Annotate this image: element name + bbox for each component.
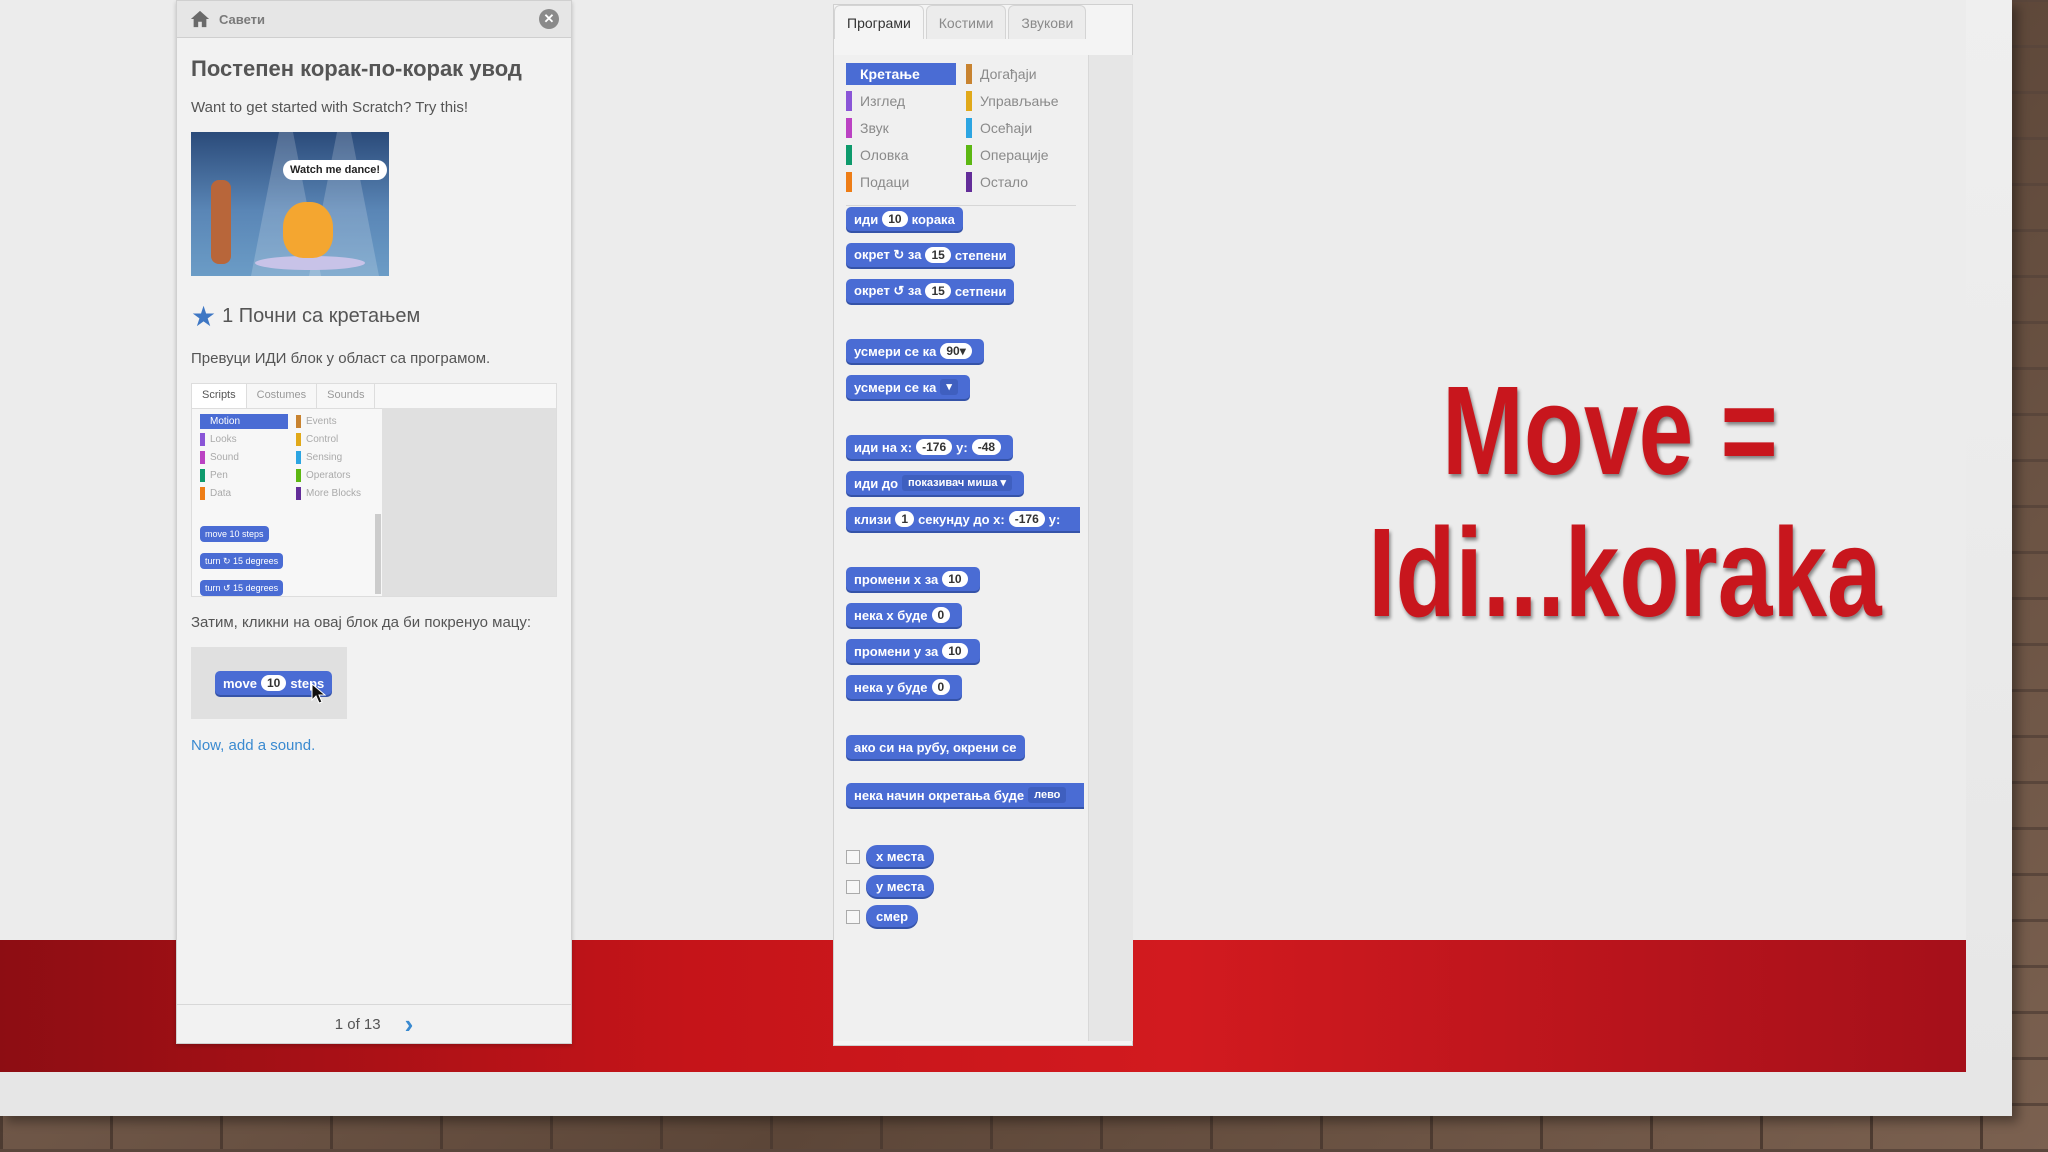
tips-heading: Постепен корак-по-корак увод [191, 56, 522, 81]
category-looks[interactable]: Изглед [846, 90, 956, 112]
step-instruction-2: Затим, кликни на овај блок да би покрену… [191, 614, 532, 631]
block-bounce-on-edge[interactable]: ако си на рубу, окрени се [846, 735, 1025, 759]
panel-tabs: Програми Костими Звукови [834, 5, 1132, 39]
home-icon[interactable] [189, 9, 211, 29]
instruction-screenshot: Scripts Costumes Sounds Motion Events Lo… [191, 383, 557, 597]
mini-scripts-area [382, 408, 556, 596]
mini-block: turn ↻ 15 degrees [200, 553, 284, 569]
block-set-y[interactable]: нека y буде 0 [846, 675, 963, 699]
cursor-arrow-icon [311, 683, 327, 704]
block-point-direction[interactable]: усмери се ка 90▾ [846, 339, 984, 363]
block-turn-left[interactable]: окрет ↺ за 15 сетпени [846, 279, 1015, 303]
step-instruction: Превуци ИДИ блок у област са програмом. [191, 350, 491, 367]
tips-panel: Савети ✕ Постепен корак-по-корак увод Wa… [176, 0, 572, 1044]
mini-tab-scripts: Scripts [192, 384, 247, 408]
pager-text: 1 of 13 [334, 1015, 381, 1033]
mini-category: Data [200, 486, 288, 501]
slide-title-line-2: Idi...koraka [1368, 502, 1882, 643]
speech-bubble: Watch me dance! [283, 160, 388, 180]
blocks-panel: Програми Костими Звукови Кретање Догађај… [833, 4, 1133, 1046]
category-list: Кретање Догађаји Изглед Управљање Звук О… [834, 55, 1088, 203]
mini-category: Pen [200, 468, 288, 483]
x-position-checkbox[interactable] [846, 850, 860, 864]
reporter-y-position[interactable]: y места [866, 875, 935, 897]
next-step-link[interactable]: Now, add a sound. [191, 737, 557, 754]
mini-categories: Motion Events Looks Control Sound Sensin… [200, 414, 384, 501]
block-set-x[interactable]: нека x буде 0 [846, 603, 963, 627]
block-palette: Кретање Догађаји Изглед Управљање Звук О… [834, 55, 1088, 1041]
mini-category: Operators [296, 468, 384, 483]
category-control[interactable]: Управљање [966, 90, 1076, 112]
reporter-x-position[interactable]: x места [866, 845, 935, 867]
presentation-slide: Move = Idi...koraka Савети ✕ Постепен ко… [0, 0, 2012, 1116]
mini-block: move 10 steps [200, 526, 269, 542]
dance-thumbnail-image[interactable]: Watch me dance! [191, 132, 389, 276]
category-pen[interactable]: Оловка [846, 144, 956, 166]
block-go-to-xy[interactable]: иди на x: -176 y: -48 [846, 435, 1014, 459]
move-block-demo: move 10 steps [191, 647, 347, 719]
block-point-towards[interactable]: усмери се ка ▾ [846, 375, 970, 399]
mini-scrollbar [375, 514, 381, 594]
scratch-cat-figure [283, 202, 333, 258]
tips-pager: 1 of 13 › [177, 1004, 571, 1043]
block-change-y[interactable]: промени y за 10 [846, 639, 980, 663]
step-title-text: Почни са кретањем [238, 305, 421, 327]
mini-category: Sensing [296, 450, 384, 465]
palette-divider [846, 205, 1076, 206]
mini-category: Sound [200, 450, 288, 465]
y-position-checkbox[interactable] [846, 880, 860, 894]
category-events[interactable]: Догађаји [966, 63, 1076, 85]
tips-intro: Want to get started with Scratch? Try th… [191, 99, 469, 116]
category-sensing[interactable]: Осећаји [966, 117, 1076, 139]
chevron-right-icon[interactable]: › [405, 1009, 414, 1040]
stage-platform [255, 256, 365, 270]
scripts-area[interactable] [1088, 55, 1133, 1041]
tab-costumes[interactable]: Костими [925, 5, 1007, 39]
dancer-figure [211, 180, 231, 264]
slide-content-area: Move = Idi...koraka Савети ✕ Постепен ко… [0, 0, 1966, 1072]
star-icon: ★ [191, 301, 217, 332]
tab-scripts[interactable]: Програми [834, 5, 924, 39]
tab-sounds[interactable]: Звукови [1008, 5, 1087, 39]
mini-category: Control [296, 432, 384, 447]
tips-header: Савети ✕ [177, 1, 571, 38]
category-motion[interactable]: Кретање [846, 63, 956, 85]
block-go-to[interactable]: иди до показивач миша ▾ [846, 471, 1025, 495]
mini-category: Looks [200, 432, 288, 447]
tips-header-label[interactable]: Савети [219, 12, 265, 27]
block-turn-right[interactable]: окрет ↻ за 15 степени [846, 243, 1015, 267]
block-glide[interactable]: клизи 1 секунду до x: -176 y: [846, 507, 1080, 531]
block-move-steps[interactable]: иди 10 корака [846, 207, 963, 231]
mini-tab-costumes: Costumes [247, 384, 318, 408]
mini-category: Events [296, 414, 384, 429]
block-change-x[interactable]: промени x за 10 [846, 567, 980, 591]
step-number: 1 [222, 305, 234, 327]
mini-category: Motion [200, 414, 288, 429]
mini-category: More Blocks [296, 486, 384, 501]
category-operators[interactable]: Операције [966, 144, 1076, 166]
tips-body: Постепен корак-по-корак увод Want to get… [177, 38, 571, 766]
close-icon[interactable]: ✕ [539, 9, 559, 29]
mini-block: turn ↺ 15 degrees [200, 580, 284, 596]
slide-title-line-1: Move = [1442, 360, 1778, 501]
mini-tab-sounds: Sounds [317, 384, 376, 408]
category-data[interactable]: Подаци [846, 171, 956, 193]
category-more-blocks[interactable]: Остало [966, 171, 1076, 193]
direction-checkbox[interactable] [846, 910, 860, 924]
category-sound[interactable]: Звук [846, 117, 956, 139]
slide-title: Move = Idi...koraka [1368, 360, 1882, 644]
mini-tabs: Scripts Costumes Sounds [192, 384, 556, 409]
step-title: ★ 1 Почни са кретањем [191, 300, 557, 333]
block-set-rotation-style[interactable]: нека начин окретања буде лево [846, 783, 1084, 807]
reporter-direction[interactable]: смер [866, 905, 919, 927]
